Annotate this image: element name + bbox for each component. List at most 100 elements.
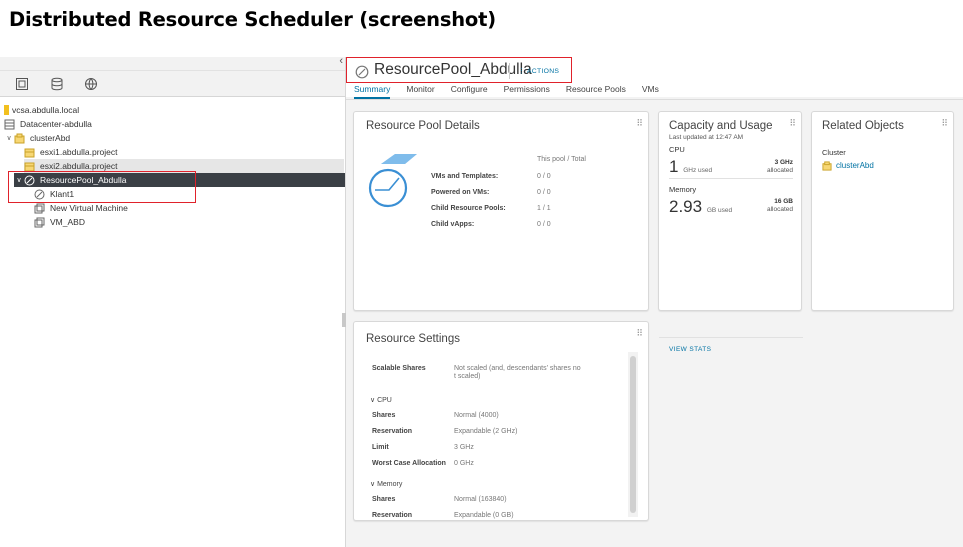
- drag-dots-icon[interactable]: ⠿: [789, 118, 796, 129]
- memory-allocated-label: allocated: [766, 206, 793, 213]
- settings-label: Scalable Shares: [372, 365, 426, 372]
- memory-section-toggle[interactable]: ∨ Memory: [370, 480, 402, 488]
- resource-pool-details-card: Resource Pool Details ⠿ This pool / Tota…: [353, 111, 649, 311]
- tab-vms[interactable]: VMs: [642, 84, 659, 99]
- settings-value: 0 GHz: [454, 460, 474, 467]
- tree-item-label: VM_ABD: [50, 217, 85, 227]
- settings-value: Expandable (2 GHz): [454, 428, 518, 435]
- card-title: Resource Settings: [366, 333, 460, 345]
- cpu-allocated-value: 3 GHz: [774, 159, 793, 166]
- cpu-section-label: CPU: [377, 397, 392, 404]
- tab-configure[interactable]: Configure: [451, 84, 488, 99]
- tree-item-cluster[interactable]: ∨ clusterAbd: [4, 131, 344, 145]
- cpu-used: 1 GHz used: [669, 157, 712, 177]
- card-title: Capacity and Usage: [669, 120, 773, 132]
- object-tabs: Summary Monitor Configure Permissions Re…: [354, 84, 675, 99]
- cpu-section-label: CPU: [669, 145, 685, 154]
- cluster-icon: [822, 161, 832, 171]
- tab-resource-pools[interactable]: Resource Pools: [566, 84, 626, 99]
- memory-section-label: Memory: [669, 185, 697, 194]
- settings-value: Normal (4000): [454, 412, 499, 419]
- cpu-section-toggle[interactable]: ∨ CPU: [370, 396, 392, 404]
- card-title: Related Objects: [822, 120, 904, 132]
- tree-item-label: Datacenter-abdulla: [20, 119, 92, 129]
- vm-icon: [34, 203, 45, 213]
- chevron-down-icon: ∨: [370, 397, 376, 404]
- vm-icon: [34, 217, 45, 227]
- slide-title: Distributed Resource Scheduler (screensh…: [9, 8, 496, 31]
- tree-item-vcenter[interactable]: vcsa.abdulla.local: [4, 103, 344, 117]
- resource-pool-graphic-icon: [368, 154, 417, 208]
- storage-view-icon[interactable]: [50, 77, 64, 91]
- hosts-clusters-view-icon[interactable]: [15, 77, 29, 91]
- tab-permissions[interactable]: Permissions: [504, 84, 550, 99]
- collapse-navigator-icon[interactable]: ‹: [339, 55, 343, 67]
- settings-label: Limit: [372, 444, 389, 451]
- navigator-pane: ‹ vcsa.abdulla.local Datacenter-abdulla …: [0, 55, 345, 547]
- scrollbar-thumb[interactable]: [630, 356, 636, 513]
- header-highlight-box: [346, 57, 572, 83]
- detail-label: Child vApps:: [431, 221, 475, 228]
- main-content: ResourcePool_Abdulla ⋮ ACTIONS Summary M…: [346, 57, 963, 547]
- drag-dots-icon[interactable]: ⠿: [941, 118, 948, 129]
- last-updated: Last updated at 12:47 AM: [669, 134, 744, 141]
- drag-dots-icon[interactable]: ⠿: [636, 118, 643, 129]
- related-section-label: Cluster: [822, 148, 846, 157]
- tree-item-label: clusterAbd: [30, 133, 71, 143]
- tree-item-label: New Virtual Machine: [50, 203, 128, 213]
- settings-label: Shares: [372, 496, 396, 503]
- tree-item-vm-abd[interactable]: VM_ABD: [34, 215, 344, 229]
- settings-value: Not scaled (and, descendants' shares no: [454, 365, 581, 372]
- related-cluster-link[interactable]: clusterAbd: [836, 161, 874, 170]
- settings-value: Expandable (0 GB): [454, 512, 514, 519]
- card-footer-divider: [659, 337, 803, 338]
- cpu-allocated-label: allocated: [766, 167, 793, 174]
- tab-monitor[interactable]: Monitor: [406, 84, 434, 99]
- settings-label: Reservation: [372, 428, 413, 435]
- navigator-view-tabs: [0, 71, 345, 97]
- settings-value: 3 GHz: [454, 444, 474, 451]
- detail-value: 0 / 0: [537, 221, 551, 228]
- column-header: This pool / Total: [537, 156, 586, 163]
- tree-item-new-vm[interactable]: New Virtual Machine: [34, 201, 344, 215]
- cpu-used-value: 1: [669, 157, 679, 176]
- memory-section-label: Memory: [377, 481, 403, 488]
- tab-underline: [346, 99, 963, 100]
- chevron-down-icon[interactable]: ∨: [4, 134, 14, 142]
- networking-view-icon[interactable]: [84, 77, 98, 91]
- navigator-topbar: ‹: [0, 55, 345, 71]
- settings-value: t scaled): [454, 373, 481, 380]
- cluster-icon: [14, 133, 25, 143]
- settings-label: Worst Case Allocation: [372, 460, 446, 467]
- capacity-usage-card: Capacity and Usage ⠿ Last updated at 12:…: [658, 111, 803, 353]
- chevron-down-icon: ∨: [370, 481, 376, 488]
- detail-label: Powered on VMs:: [431, 189, 490, 196]
- cpu-usage-bar: [669, 178, 793, 179]
- related-objects-card: Related Objects ⠿ Cluster clusterAbd: [811, 111, 954, 311]
- cpu-used-unit: GHz used: [683, 167, 713, 174]
- card-title: Resource Pool Details: [366, 120, 480, 132]
- resource-settings-card: Resource Settings ⠿ Scalable Shares Not …: [353, 321, 649, 521]
- detail-label: Child Resource Pools:: [431, 205, 506, 212]
- memory-used: 2.93 GB used: [669, 197, 732, 217]
- detail-value: 0 / 0: [537, 189, 551, 196]
- tab-summary[interactable]: Summary: [354, 84, 391, 99]
- view-stats-link[interactable]: VIEW STATS: [669, 346, 711, 353]
- memory-allocated-value: 16 GB: [774, 198, 793, 205]
- host-icon: [24, 148, 35, 157]
- drag-dots-icon[interactable]: ⠿: [636, 328, 643, 339]
- tree-item-datacenter[interactable]: Datacenter-abdulla: [4, 117, 344, 131]
- detail-value: 1 / 1: [537, 205, 551, 212]
- detail-label: VMs and Templates:: [431, 173, 499, 180]
- tree-item-label: esxi1.abdulla.project: [40, 147, 118, 157]
- host-icon: [24, 162, 35, 171]
- tree-item-host-1[interactable]: esxi1.abdulla.project: [24, 145, 344, 159]
- settings-label: Shares: [372, 412, 396, 419]
- detail-value: 0 / 0: [537, 173, 551, 180]
- datacenter-icon: [4, 119, 15, 129]
- memory-used-unit: GB used: [706, 207, 733, 214]
- memory-used-value: 2.93: [669, 197, 703, 216]
- tree-item-label: esxi2.abdulla.project: [40, 161, 118, 171]
- tree-highlight-box: [8, 171, 196, 203]
- settings-label: Reservation: [372, 512, 413, 519]
